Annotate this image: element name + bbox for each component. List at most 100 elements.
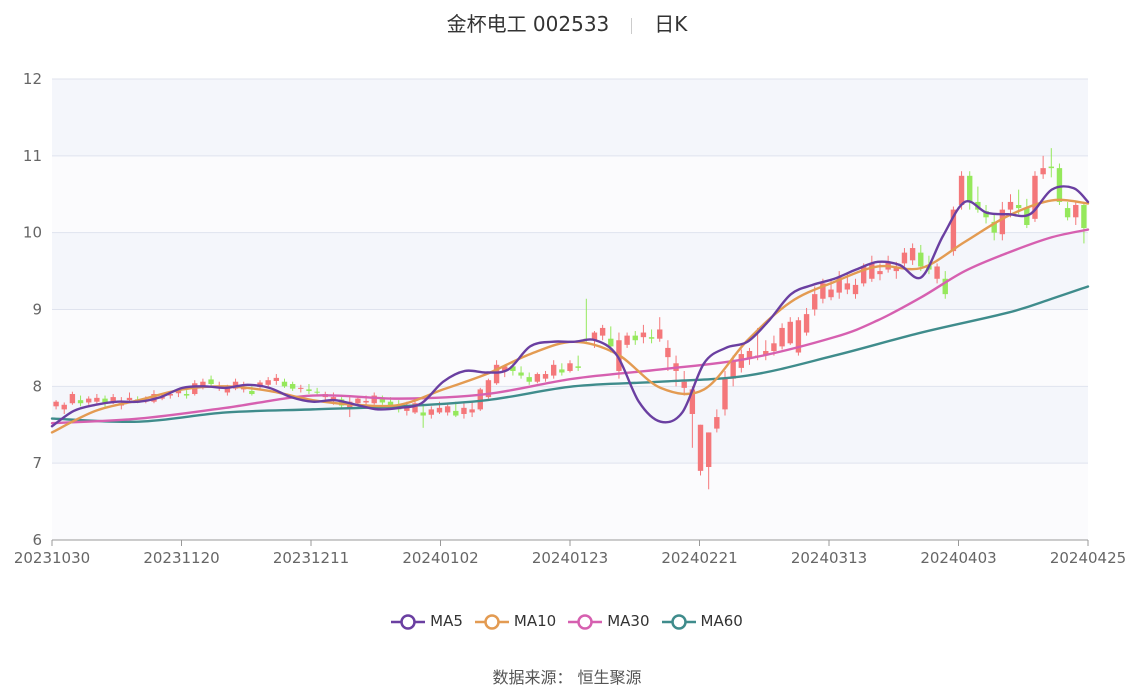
candle-body <box>534 374 541 382</box>
candle-body <box>559 369 565 373</box>
candle-body <box>249 390 255 395</box>
x-tick-label: 20240403 <box>920 549 996 567</box>
candle-body <box>265 380 271 385</box>
candle-body <box>844 283 851 290</box>
plot-band <box>52 232 1088 310</box>
candle-body <box>453 410 459 416</box>
candle-body <box>298 387 304 389</box>
candle-body <box>1040 168 1046 175</box>
x-tick-label: 20231211 <box>273 549 349 567</box>
plot-band <box>52 79 1088 156</box>
candle-body <box>852 284 859 295</box>
candle <box>795 317 802 356</box>
x-tick-label: 20240313 <box>791 549 867 567</box>
candle-body <box>53 401 59 407</box>
plot-band <box>52 463 1088 540</box>
legend-marker-icon <box>474 613 509 630</box>
candle <box>477 387 483 411</box>
candle-body <box>420 412 426 416</box>
candle-body <box>909 248 916 261</box>
legend-marker-icon <box>568 613 603 630</box>
legend-label: MA30 <box>607 612 650 630</box>
candle-body <box>958 175 965 206</box>
candle-body <box>1007 201 1014 210</box>
candle-body <box>640 332 647 338</box>
candle-body <box>436 407 443 413</box>
candle-body <box>183 394 190 396</box>
candle <box>534 372 541 384</box>
candle-body <box>469 409 475 413</box>
candle-body <box>722 378 728 410</box>
candle-body <box>363 400 369 403</box>
candle-body <box>648 337 655 339</box>
x-tick-label: 20240102 <box>402 549 478 567</box>
candle-body <box>771 343 777 351</box>
candle <box>485 378 492 399</box>
candle <box>1032 171 1038 222</box>
candle-body <box>208 379 214 385</box>
candle-body <box>967 175 973 202</box>
candle <box>697 424 704 476</box>
y-tick-label: 6 <box>32 531 42 549</box>
candle-body <box>477 389 483 410</box>
plot-band <box>52 155 1088 233</box>
y-tick-label: 9 <box>32 301 42 319</box>
legend-item-ma30[interactable]: MA30 <box>568 612 650 630</box>
candle-body <box>1073 205 1079 218</box>
candle-body <box>657 329 663 339</box>
candle-body <box>550 364 557 376</box>
data-source: 数据来源： 恒生聚源 <box>0 664 1134 688</box>
candle-body <box>1081 205 1087 229</box>
legend-marker-icon <box>661 613 696 630</box>
candle-body <box>444 406 451 413</box>
candlestick-chart: 6 7 8 9 10 11 12 20231030 20231120 20231211 202401… <box>14 70 1126 567</box>
candle-body <box>803 314 810 333</box>
data-source-value: 恒生聚源 <box>577 668 642 687</box>
data-source-label: 数据来源： <box>492 668 573 687</box>
plot-band <box>52 386 1088 464</box>
candle-body <box>94 397 100 402</box>
candle-body <box>705 432 712 468</box>
chart-legend: MA5 MA10 MA30 MA60 <box>0 612 1134 630</box>
candle-body <box>518 372 524 376</box>
y-tick-label: 11 <box>23 147 42 165</box>
legend-item-ma10[interactable]: MA10 <box>474 612 557 630</box>
candle-body <box>1064 208 1071 218</box>
legend-item-ma60[interactable]: MA60 <box>661 612 743 630</box>
candle-body <box>126 397 133 401</box>
candle-body <box>918 252 924 267</box>
candle-body <box>697 424 704 471</box>
candle-body <box>779 327 785 347</box>
candle-body <box>289 384 296 389</box>
candle-body <box>869 263 875 279</box>
x-tick-label: 20240221 <box>661 549 737 567</box>
candle-body <box>632 335 638 341</box>
candle-body <box>934 266 940 279</box>
candle-body <box>1048 166 1054 169</box>
legend-item-ma5[interactable]: MA5 <box>391 612 463 630</box>
y-tick-label: 7 <box>32 454 42 472</box>
x-tick-label: 20231120 <box>143 549 219 567</box>
legend-marker-icon <box>391 613 426 630</box>
candle-body <box>575 366 581 368</box>
candle-body <box>681 381 687 388</box>
candle-body <box>599 327 606 336</box>
candle-body <box>526 377 532 382</box>
candle-body <box>730 360 736 379</box>
candle-body <box>812 294 818 310</box>
candle-body <box>787 321 793 344</box>
candle-body <box>714 417 720 429</box>
candle-body <box>281 381 288 387</box>
x-tick-label: 20231030 <box>14 549 90 567</box>
candle-body <box>1015 205 1022 209</box>
legend-label: MA5 <box>430 612 463 630</box>
candle-body <box>306 389 312 391</box>
y-tick-label: 12 <box>23 70 42 88</box>
legend-label: MA10 <box>513 612 557 630</box>
candle-body <box>461 407 467 414</box>
candle-body <box>314 391 320 393</box>
candle-body <box>69 394 76 404</box>
candle-body <box>877 271 883 275</box>
candle-body <box>665 347 671 358</box>
x-tick-label: 20240425 <box>1050 549 1126 567</box>
